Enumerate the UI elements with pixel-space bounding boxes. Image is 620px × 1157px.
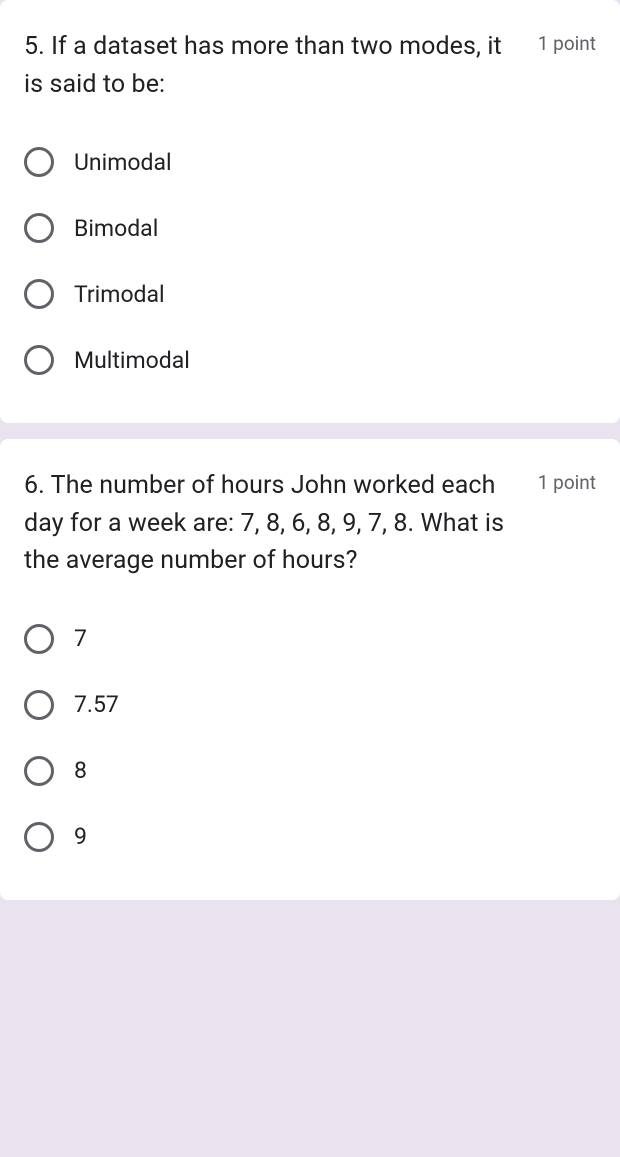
option-9[interactable]: 9 <box>24 806 596 868</box>
option-bimodal[interactable]: Bimodal <box>24 197 596 259</box>
radio-icon <box>24 624 54 654</box>
question-header: 6. The number of hours John worked each … <box>24 467 596 580</box>
radio-icon <box>24 345 54 375</box>
option-trimodal[interactable]: Trimodal <box>24 263 596 325</box>
question-number: 5. <box>24 32 45 61</box>
option-label: 7 <box>74 625 87 652</box>
question-body: If a dataset has more than two modes, it… <box>24 32 502 99</box>
options-group: 7 7.57 8 9 <box>24 608 596 868</box>
points-label: 1 point <box>538 32 596 55</box>
question-card-5: 5. If a dataset has more than two modes,… <box>0 0 620 423</box>
question-card-6: 6. The number of hours John worked each … <box>0 439 620 900</box>
question-text: 5. If a dataset has more than two modes,… <box>24 28 538 103</box>
question-text: 6. The number of hours John worked each … <box>24 467 538 580</box>
option-7-57[interactable]: 7.57 <box>24 674 596 736</box>
option-label: 7.57 <box>74 691 119 718</box>
radio-icon <box>24 756 54 786</box>
question-header: 5. If a dataset has more than two modes,… <box>24 28 596 103</box>
option-8[interactable]: 8 <box>24 740 596 802</box>
option-multimodal[interactable]: Multimodal <box>24 329 596 391</box>
option-label: 8 <box>74 757 87 784</box>
option-label: Multimodal <box>74 347 190 374</box>
radio-icon <box>24 279 54 309</box>
radio-icon <box>24 213 54 243</box>
option-label: 9 <box>74 823 87 850</box>
options-group: Unimodal Bimodal Trimodal Multimodal <box>24 131 596 391</box>
radio-icon <box>24 690 54 720</box>
radio-icon <box>24 147 54 177</box>
question-number: 6. <box>24 471 45 500</box>
radio-icon <box>24 822 54 852</box>
question-body: The number of hours John worked each day… <box>24 471 504 575</box>
option-7[interactable]: 7 <box>24 608 596 670</box>
option-unimodal[interactable]: Unimodal <box>24 131 596 193</box>
option-label: Trimodal <box>74 281 165 308</box>
option-label: Unimodal <box>74 149 172 176</box>
points-label: 1 point <box>538 471 596 494</box>
option-label: Bimodal <box>74 215 158 242</box>
